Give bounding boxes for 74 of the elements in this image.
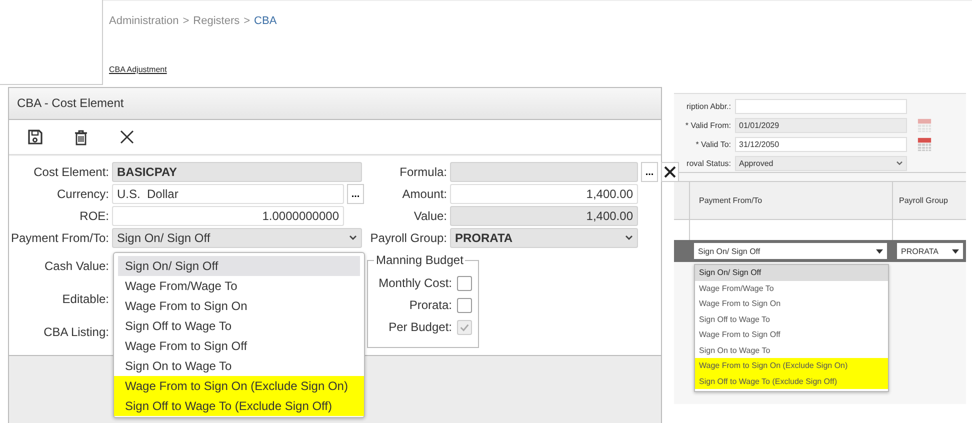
dropdown-option[interactable]: Wage From/Wage To — [114, 276, 364, 296]
checkbox-label: Per Budget: — [388, 320, 452, 334]
field-label: Value: — [412, 209, 447, 223]
field-label: Editable: — [61, 292, 109, 306]
calendar-icon[interactable] — [917, 136, 932, 152]
checkbox-label: Monthly Cost: — [378, 276, 452, 290]
select-field[interactable]: Approved — [735, 156, 907, 171]
field-label: * Valid To: — [694, 140, 731, 149]
field-label: Amount: — [401, 187, 447, 201]
page-link[interactable]: CBA Adjustment — [109, 65, 167, 74]
dropdown-option[interactable]: Wage From to Sign On (Exclude Sign On) — [695, 358, 888, 374]
input-field[interactable]: 01/01/2029 — [735, 118, 907, 134]
dropdown-option[interactable]: Sign Off to Wage To (Exclude Sign Off) — [114, 396, 364, 416]
input-field[interactable]: U.S. Dollar — [112, 184, 344, 204]
field-label: ription Abbr.: — [686, 102, 731, 112]
caret-down-icon — [952, 248, 959, 254]
chevron-down-icon — [625, 235, 633, 241]
breadcrumb-item[interactable]: Registers — [193, 15, 240, 27]
dropdown-option[interactable]: Sign Off to Wage To (Exclude Sign Off) — [695, 374, 888, 389]
input-field[interactable]: BASICPAY — [112, 162, 362, 182]
column-header: Payment From/To — [690, 182, 893, 219]
dropdown-option[interactable]: Wage From to Sign Off — [695, 327, 888, 342]
breadcrumb-item[interactable]: Administration — [109, 15, 179, 27]
input-field[interactable]: 1,400.00 — [450, 184, 638, 204]
save-icon[interactable] — [27, 129, 43, 145]
dropdown-option[interactable]: Sign On/ Sign Off — [118, 256, 360, 276]
input-field[interactable]: 31/12/2050 — [735, 136, 907, 152]
group-title: Manning Budget — [374, 253, 466, 267]
caret-down-icon — [876, 248, 883, 254]
dialog-title: CBA - Cost Element — [9, 88, 661, 120]
field-label: CBA Listing: — [42, 324, 109, 338]
breadcrumb-item: CBA — [254, 15, 277, 27]
field-label: roval Status: — [686, 158, 731, 168]
chevron-down-icon — [896, 160, 903, 166]
field-label: Cost Element: — [32, 165, 109, 179]
dropdown-option[interactable]: Sign Off to Wage To — [695, 312, 888, 327]
checkbox[interactable] — [457, 276, 472, 290]
delete-icon[interactable] — [73, 128, 89, 146]
input-field[interactable] — [450, 162, 638, 182]
check-icon — [459, 322, 470, 332]
lookup-button[interactable]: ... — [347, 184, 364, 204]
field-label: ROE: — [78, 209, 109, 223]
dropdown-option[interactable]: Wage From/Wage To — [695, 280, 888, 296]
lookup-button[interactable]: ... — [641, 162, 658, 182]
field-label: * Valid From: — [684, 121, 731, 130]
dropdown-option[interactable]: Sign On to Wage To — [114, 356, 364, 376]
input-field[interactable] — [735, 99, 907, 114]
clear-button[interactable] — [661, 162, 679, 182]
select-field[interactable]: Sign On/ Sign Off — [112, 228, 362, 248]
field-label: Payment From/To: — [10, 231, 109, 245]
dropdown-option[interactable]: Sign On to Wage To — [695, 342, 888, 358]
close-icon[interactable] — [119, 129, 135, 145]
checkbox[interactable] — [457, 298, 472, 312]
dropdown-option[interactable]: Wage From to Sign Off — [114, 336, 364, 356]
dropdown-option[interactable]: Wage From to Sign On — [114, 296, 364, 316]
input-field[interactable]: 1.0000000000 — [112, 206, 344, 226]
dropdown-option[interactable]: Sign Off to Wage To — [114, 316, 364, 336]
input-field[interactable]: 1,400.00 — [450, 206, 638, 226]
select-field[interactable]: PRORATA — [450, 228, 638, 248]
calendar-icon[interactable] — [917, 118, 932, 134]
dropdown-option[interactable]: Wage From to Sign On (Exclude Sign On) — [114, 376, 364, 396]
field-label: Payroll Group: — [369, 231, 447, 245]
breadcrumb-separator: > — [182, 15, 190, 27]
select-field[interactable]: Sign On/ Sign Off — [694, 243, 887, 259]
field-label: Formula: — [398, 165, 447, 179]
checkbox-label: Prorata: — [409, 298, 452, 312]
dropdown-option[interactable]: Wage From to Sign On — [695, 296, 888, 312]
select-field[interactable]: PRORATA — [897, 243, 963, 259]
dropdown-option[interactable]: Sign On/ Sign Off — [695, 265, 888, 280]
breadcrumb-separator: > — [244, 15, 250, 27]
field-label: Currency: — [56, 187, 109, 201]
field-label: Cash Value: — [44, 258, 109, 272]
chevron-down-icon — [349, 235, 357, 241]
column-header: Payroll Group — [898, 195, 949, 207]
